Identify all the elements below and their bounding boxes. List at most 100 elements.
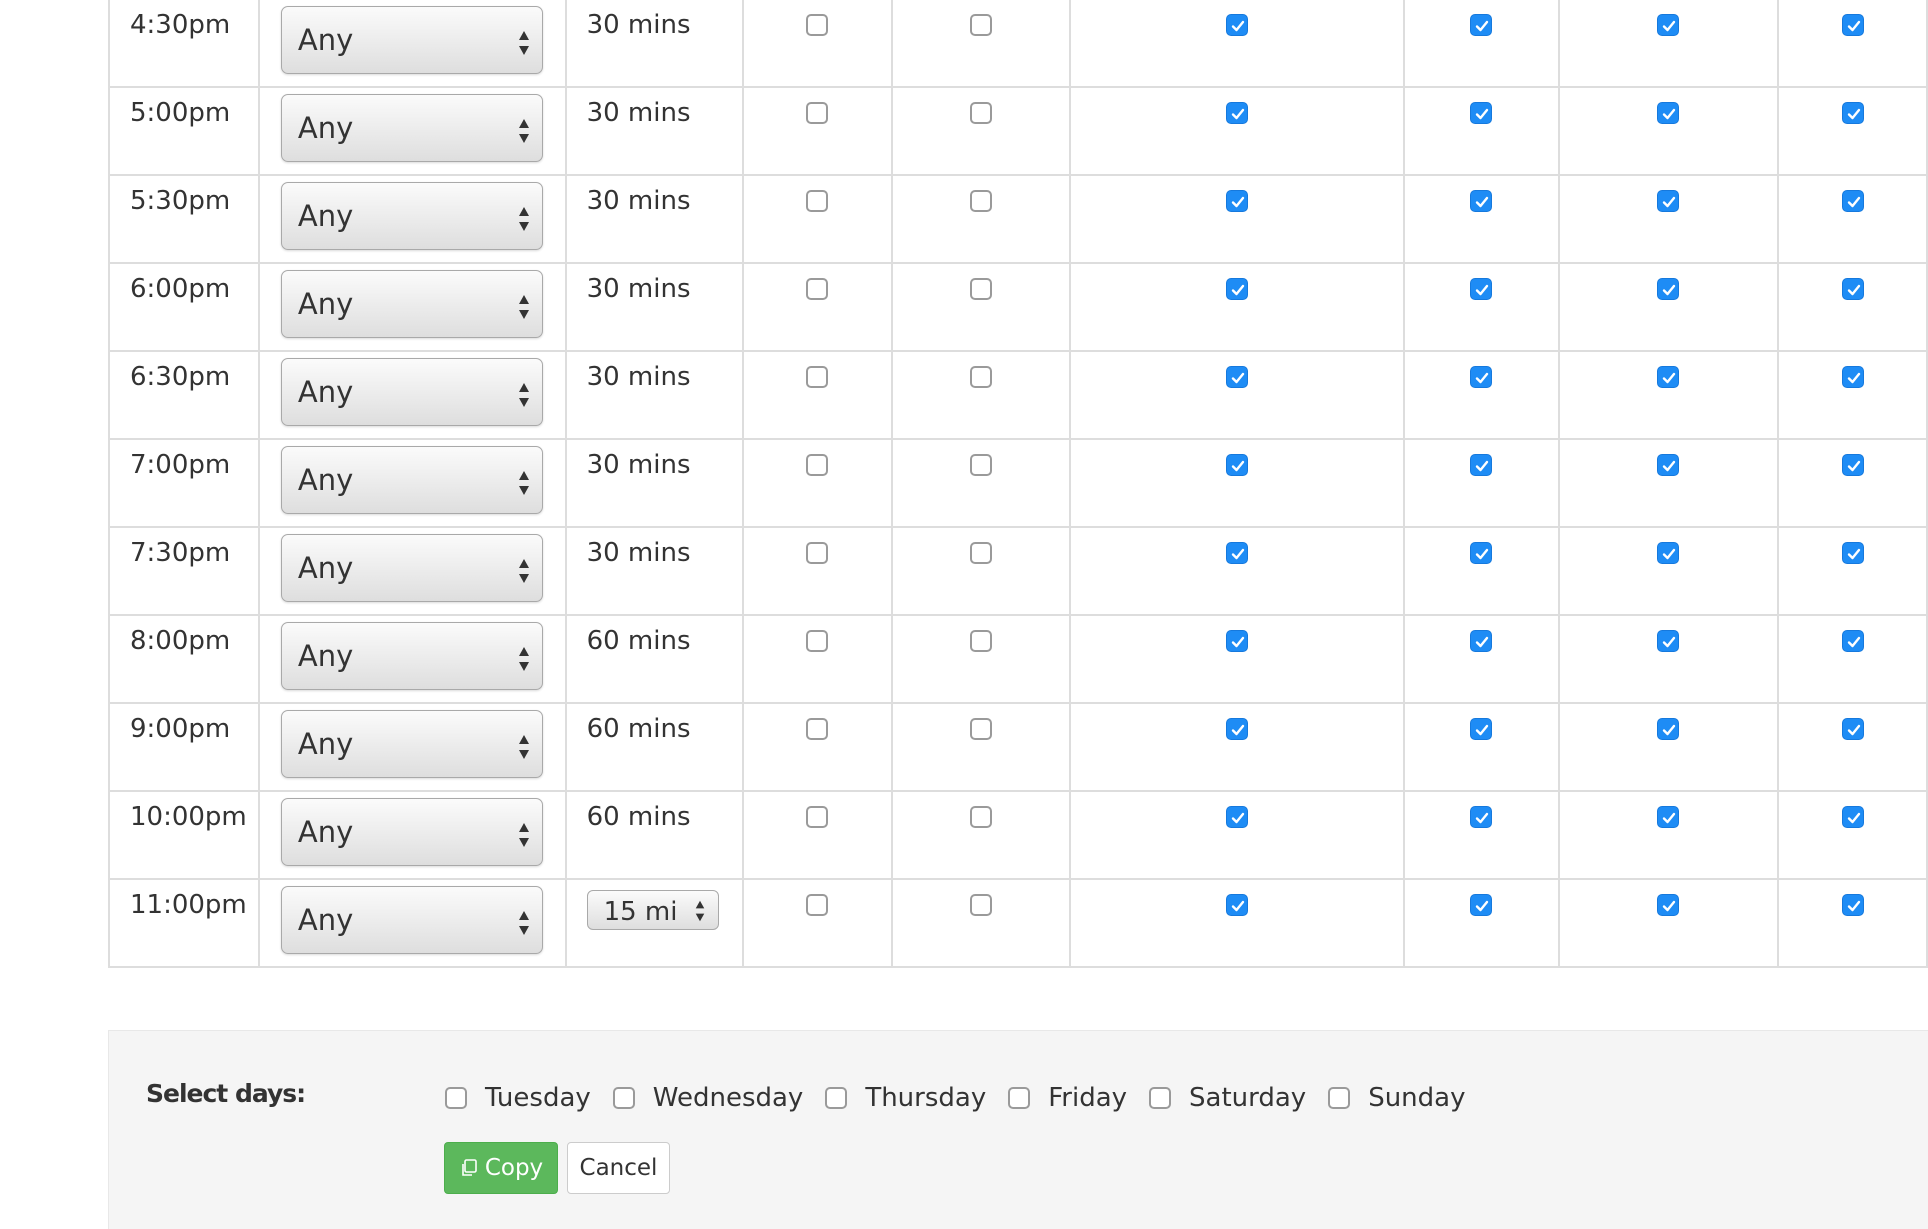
checkbox-checked[interactable] <box>1470 894 1493 916</box>
checkbox-checked[interactable] <box>1226 542 1249 564</box>
checkbox-unchecked[interactable] <box>806 542 829 564</box>
checkbox-checked[interactable] <box>1470 102 1493 124</box>
checkbox-cell <box>741 86 893 176</box>
type-select[interactable]: Any <box>280 446 543 514</box>
checkmark-icon <box>1476 636 1489 648</box>
checkbox-unchecked[interactable] <box>970 894 993 916</box>
type-select[interactable]: Any <box>280 270 543 338</box>
checkbox-checked[interactable] <box>1470 278 1493 300</box>
checkbox-unchecked[interactable] <box>806 806 829 828</box>
day-checkbox[interactable] <box>1149 1087 1172 1109</box>
checkbox-checked[interactable] <box>1841 366 1864 388</box>
checkbox-unchecked[interactable] <box>806 102 829 124</box>
day-option[interactable]: Saturday <box>1149 1083 1306 1113</box>
checkbox-unchecked[interactable] <box>970 718 993 740</box>
time-cell: 6:00pm <box>108 262 260 352</box>
checkbox-checked[interactable] <box>1226 190 1249 212</box>
type-select[interactable]: Any <box>280 798 543 866</box>
checkbox-checked[interactable] <box>1470 454 1493 476</box>
checkbox-checked[interactable] <box>1226 278 1249 300</box>
copy-button[interactable]: Copy <box>444 1142 558 1194</box>
checkbox-checked[interactable] <box>1657 366 1680 388</box>
checkbox-checked[interactable] <box>1470 806 1493 828</box>
checkbox-checked[interactable] <box>1226 366 1249 388</box>
checkbox-unchecked[interactable] <box>970 278 993 300</box>
day-option[interactable]: Tuesday <box>445 1083 591 1113</box>
checkbox-checked[interactable] <box>1841 102 1864 124</box>
checkbox-unchecked[interactable] <box>970 630 993 652</box>
checkbox-checked[interactable] <box>1657 894 1680 916</box>
checkbox-unchecked[interactable] <box>970 806 993 828</box>
checkbox-unchecked[interactable] <box>970 102 993 124</box>
checkbox-checked[interactable] <box>1657 102 1680 124</box>
day-option[interactable]: Wednesday <box>612 1083 803 1113</box>
checkbox-unchecked[interactable] <box>806 14 829 36</box>
type-select[interactable]: Any <box>280 94 543 162</box>
checkbox-checked[interactable] <box>1657 278 1680 300</box>
cancel-button[interactable]: Cancel <box>567 1142 670 1194</box>
checkbox-checked[interactable] <box>1841 630 1864 652</box>
type-select[interactable]: Any <box>280 534 543 602</box>
checkbox-checked[interactable] <box>1657 630 1680 652</box>
duration-label: 60 mins <box>586 802 691 832</box>
checkbox-cell <box>1069 702 1405 792</box>
checkbox-unchecked[interactable] <box>806 366 829 388</box>
checkbox-checked[interactable] <box>1657 454 1680 476</box>
checkbox-checked[interactable] <box>1841 806 1864 828</box>
checkbox-checked[interactable] <box>1657 542 1680 564</box>
checkbox-checked[interactable] <box>1226 718 1249 740</box>
type-select[interactable]: Any <box>280 358 543 426</box>
checkbox-checked[interactable] <box>1470 630 1493 652</box>
checkbox-checked[interactable] <box>1841 542 1864 564</box>
checkbox-unchecked[interactable] <box>970 542 993 564</box>
duration-select[interactable]: 15 mi <box>586 890 719 930</box>
checkbox-unchecked[interactable] <box>806 718 829 740</box>
day-option[interactable]: Thursday <box>825 1083 986 1113</box>
checkbox-checked[interactable] <box>1841 454 1864 476</box>
checkbox-unchecked[interactable] <box>970 454 993 476</box>
checkbox-checked[interactable] <box>1226 14 1249 36</box>
checkbox-unchecked[interactable] <box>970 14 993 36</box>
checkbox-checked[interactable] <box>1226 102 1249 124</box>
checkbox-checked[interactable] <box>1657 718 1680 740</box>
type-select[interactable]: Any <box>280 182 543 250</box>
checkbox-checked[interactable] <box>1841 718 1864 740</box>
type-select[interactable]: Any <box>280 710 543 778</box>
checkbox-checked[interactable] <box>1470 366 1493 388</box>
type-select[interactable]: Any <box>280 6 543 74</box>
checkbox-unchecked[interactable] <box>806 454 829 476</box>
day-checkbox[interactable] <box>612 1087 635 1109</box>
day-checkbox[interactable] <box>825 1087 848 1109</box>
checkbox-checked[interactable] <box>1470 718 1493 740</box>
type-select[interactable]: Any <box>280 622 543 690</box>
checkbox-checked[interactable] <box>1841 14 1864 36</box>
checkbox-unchecked[interactable] <box>806 190 829 212</box>
checkbox-checked[interactable] <box>1470 190 1493 212</box>
checkbox-checked[interactable] <box>1226 806 1249 828</box>
checkbox-checked[interactable] <box>1841 894 1864 916</box>
checkbox-checked[interactable] <box>1470 542 1493 564</box>
checkbox-checked[interactable] <box>1657 190 1680 212</box>
type-select[interactable]: Any <box>280 886 543 954</box>
checkbox-unchecked[interactable] <box>806 278 829 300</box>
time-cell: 5:30pm <box>108 174 260 264</box>
checkbox-checked[interactable] <box>1226 630 1249 652</box>
day-checkbox[interactable] <box>1328 1087 1351 1109</box>
time-label: 7:00pm <box>130 450 231 480</box>
checkbox-cell <box>1069 86 1405 176</box>
checkbox-checked[interactable] <box>1226 894 1249 916</box>
checkbox-checked[interactable] <box>1470 14 1493 36</box>
checkbox-unchecked[interactable] <box>806 894 829 916</box>
checkbox-unchecked[interactable] <box>970 366 993 388</box>
checkbox-unchecked[interactable] <box>806 630 829 652</box>
day-option[interactable]: Friday <box>1008 1083 1127 1113</box>
checkbox-checked[interactable] <box>1841 190 1864 212</box>
day-checkbox[interactable] <box>445 1087 467 1109</box>
checkbox-checked[interactable] <box>1841 278 1864 300</box>
day-option[interactable]: Sunday <box>1328 1083 1466 1113</box>
checkbox-checked[interactable] <box>1657 806 1680 828</box>
day-checkbox[interactable] <box>1008 1087 1031 1109</box>
checkbox-checked[interactable] <box>1657 14 1680 36</box>
checkbox-unchecked[interactable] <box>970 190 993 212</box>
checkbox-checked[interactable] <box>1226 454 1249 476</box>
